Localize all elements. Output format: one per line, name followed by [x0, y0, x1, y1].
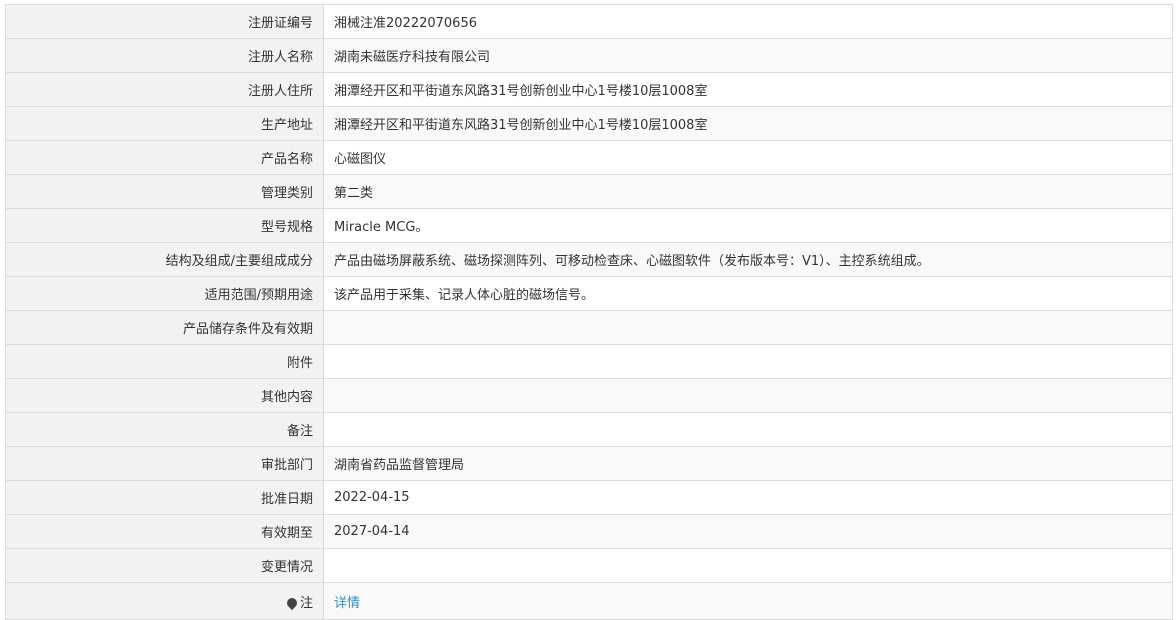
value-valid-until: 2027-04-14 — [323, 514, 1173, 549]
row-note: 注 详情 — [5, 582, 1173, 620]
label-registrant-name: 注册人名称 — [5, 38, 324, 73]
value-management-category: 第二类 — [323, 174, 1173, 209]
value-registrant-address: 湘潭经开区和平街道东风路31号创新创业中心1号楼10层1008室 — [323, 72, 1173, 107]
registration-detail-panel: 注册证编号 湘械注准20222070656 注册人名称 湖南未磁医疗科技有限公司… — [5, 4, 1173, 620]
pin-icon — [284, 595, 300, 610]
value-remarks — [323, 412, 1173, 447]
label-other-content: 其他内容 — [5, 378, 324, 413]
value-change-status — [323, 548, 1173, 583]
label-model-spec: 型号规格 — [5, 208, 324, 243]
label-management-category: 管理类别 — [5, 174, 324, 209]
label-registrant-address: 注册人住所 — [5, 72, 324, 107]
label-change-status: 变更情况 — [5, 548, 324, 583]
label-valid-until: 有效期至 — [5, 514, 324, 549]
label-attachments: 附件 — [5, 344, 324, 379]
note-label-text: 注 — [299, 595, 313, 611]
row-other-content: 其他内容 — [5, 378, 1173, 413]
label-storage-conditions: 产品储存条件及有效期 — [5, 310, 324, 345]
value-production-address: 湘潭经开区和平街道东风路31号创新创业中心1号楼10层1008室 — [323, 106, 1173, 141]
value-registration-number: 湘械注准20222070656 — [323, 4, 1173, 39]
label-remarks: 备注 — [5, 412, 324, 447]
value-intended-use: 该产品用于采集、记录人体心脏的磁场信号。 — [323, 276, 1173, 311]
label-approval-department: 审批部门 — [5, 446, 324, 481]
row-change-status: 变更情况 — [5, 548, 1173, 583]
value-approval-department: 湖南省药品监督管理局 — [323, 446, 1173, 481]
value-attachments — [323, 344, 1173, 379]
label-note: 注 — [5, 582, 324, 620]
value-other-content — [323, 378, 1173, 413]
row-registrant-name: 注册人名称 湖南未磁医疗科技有限公司 — [5, 38, 1173, 73]
row-valid-until: 有效期至 2027-04-14 — [5, 514, 1173, 549]
row-intended-use: 适用范围/预期用途 该产品用于采集、记录人体心脏的磁场信号。 — [5, 276, 1173, 311]
value-storage-conditions — [323, 310, 1173, 345]
registration-detail-table: 注册证编号 湘械注准20222070656 注册人名称 湖南未磁医疗科技有限公司… — [5, 4, 1173, 620]
row-model-spec: 型号规格 Miracle MCG。 — [5, 208, 1173, 243]
row-attachments: 附件 — [5, 344, 1173, 379]
row-approval-department: 审批部门 湖南省药品监督管理局 — [5, 446, 1173, 481]
row-management-category: 管理类别 第二类 — [5, 174, 1173, 209]
row-storage-conditions: 产品储存条件及有效期 — [5, 310, 1173, 345]
details-link[interactable]: 详情 — [334, 596, 360, 611]
row-remarks: 备注 — [5, 412, 1173, 447]
label-production-address: 生产地址 — [5, 106, 324, 141]
value-structure-composition: 产品由磁场屏蔽系统、磁场探测阵列、可移动检查床、心磁图软件（发布版本号：V1）、… — [323, 242, 1173, 277]
row-approval-date: 批准日期 2022-04-15 — [5, 480, 1173, 515]
value-registrant-name: 湖南未磁医疗科技有限公司 — [323, 38, 1173, 73]
row-registration-number: 注册证编号 湘械注准20222070656 — [5, 4, 1173, 39]
row-production-address: 生产地址 湘潭经开区和平街道东风路31号创新创业中心1号楼10层1008室 — [5, 106, 1173, 141]
label-structure-composition: 结构及组成/主要组成成分 — [5, 242, 324, 277]
value-note: 详情 — [323, 582, 1173, 620]
value-product-name: 心磁图仪 — [323, 140, 1173, 175]
value-model-spec: Miracle MCG。 — [323, 208, 1173, 243]
label-product-name: 产品名称 — [5, 140, 324, 175]
row-structure-composition: 结构及组成/主要组成成分 产品由磁场屏蔽系统、磁场探测阵列、可移动检查床、心磁图… — [5, 242, 1173, 277]
row-registrant-address: 注册人住所 湘潭经开区和平街道东风路31号创新创业中心1号楼10层1008室 — [5, 72, 1173, 107]
label-intended-use: 适用范围/预期用途 — [5, 276, 324, 311]
label-approval-date: 批准日期 — [5, 480, 324, 515]
row-product-name: 产品名称 心磁图仪 — [5, 140, 1173, 175]
label-registration-number: 注册证编号 — [5, 4, 324, 39]
value-approval-date: 2022-04-15 — [323, 480, 1173, 515]
